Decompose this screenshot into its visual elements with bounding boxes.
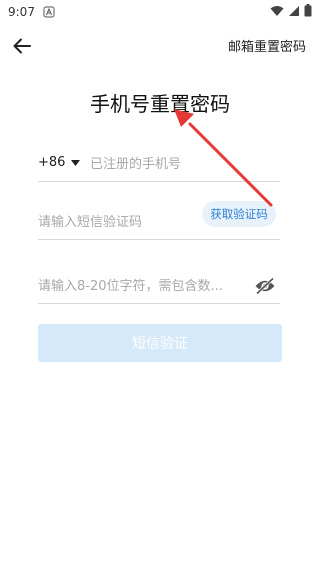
arrow-left-icon (13, 38, 31, 54)
eye-off-icon (255, 277, 275, 295)
status-right (270, 4, 312, 20)
notification-app-icon (43, 6, 55, 18)
password-input[interactable] (38, 274, 248, 298)
back-button[interactable] (8, 32, 36, 60)
status-bar: 9:07 (0, 0, 320, 24)
page-title: 手机号重置密码 (90, 92, 230, 116)
sms-verify-button[interactable]: 短信验证 (38, 324, 282, 362)
country-code-select[interactable]: +86 (38, 155, 81, 170)
password-field (38, 268, 280, 304)
battery-icon (304, 4, 312, 20)
phone-field: +86 (38, 146, 280, 182)
wifi-icon (270, 5, 284, 20)
sms-code-input[interactable] (38, 210, 198, 234)
status-left: 9:07 (8, 5, 55, 19)
signal-icon (288, 5, 300, 20)
password-visibility-toggle[interactable] (254, 276, 276, 296)
email-reset-link[interactable]: 邮箱重置密码 (228, 36, 306, 55)
sms-code-field: 获取验证码 (38, 201, 280, 240)
country-code-value: +86 (38, 155, 66, 170)
app-bar: 邮箱重置密码 (0, 24, 320, 68)
status-time: 9:07 (8, 5, 35, 19)
get-code-button[interactable]: 获取验证码 (202, 201, 276, 227)
phone-input[interactable] (90, 152, 276, 176)
caret-down-icon (71, 159, 81, 166)
